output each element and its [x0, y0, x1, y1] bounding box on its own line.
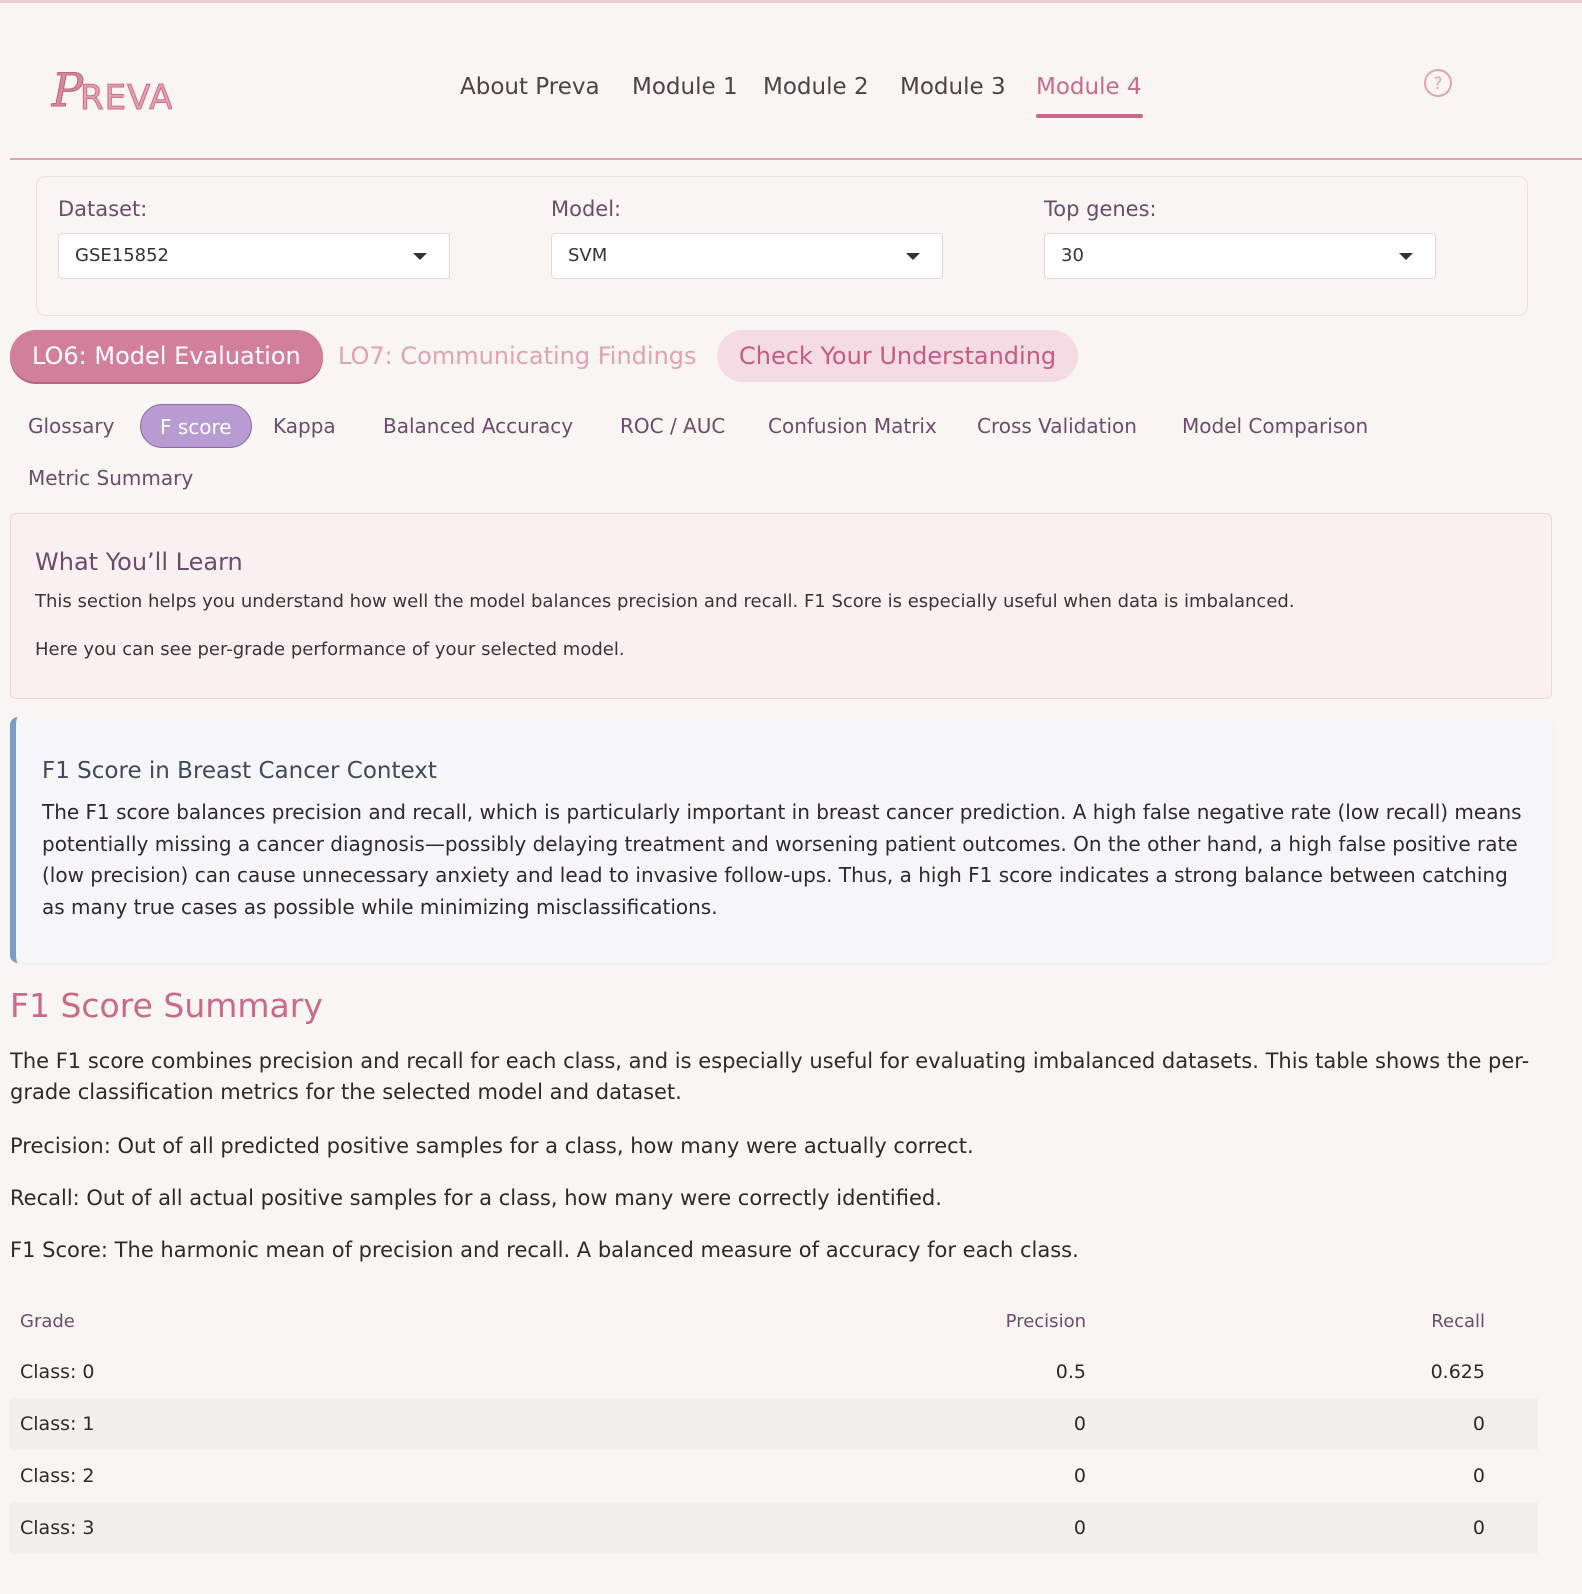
recall-cell: 0 — [1472, 1465, 1485, 1487]
tab-lo6-model-evaluation[interactable]: LO6: Model Evaluation — [10, 330, 323, 382]
precision-cell: 0 — [1073, 1465, 1086, 1487]
header-precision: Precision — [1005, 1310, 1086, 1332]
context-text: The F1 score balances precision and reca… — [42, 800, 1522, 919]
subtab-balanced-accuracy[interactable]: Balanced Accuracy — [383, 404, 573, 448]
subtab-f-score[interactable]: F score — [140, 404, 252, 448]
active-nav-underline — [1036, 114, 1143, 118]
model-select[interactable]: SVM — [551, 233, 943, 279]
top-accent-line — [0, 0, 1582, 3]
precision-cell: 0 — [721, 1502, 1087, 1554]
grade-cell: Class: 1 — [10, 1398, 721, 1450]
chevron-down-icon — [906, 253, 920, 260]
nav-module-3[interactable]: Module 3 — [900, 70, 1006, 104]
subtab-metric-summary[interactable]: Metric Summary — [28, 456, 193, 500]
learn-paragraph-2: Here you can see per-grade performance o… — [35, 639, 625, 660]
navbar: P REVA About Preva Module 1 Module 2 Mod… — [10, 4, 1582, 160]
subtab-roc-auc[interactable]: ROC / AUC — [620, 404, 725, 448]
grade-cell: Class: 2 — [20, 1465, 95, 1487]
question-circle-icon[interactable]: ? — [1423, 68, 1453, 98]
learn-title: What You’ll Learn — [35, 548, 243, 576]
model-label: Model: — [551, 197, 622, 221]
what-youll-learn-panel: What You’ll Learn This section helps you… — [10, 513, 1552, 699]
nav-module-4[interactable]: Module 4 — [1036, 70, 1142, 104]
svg-text:REVA: REVA — [80, 78, 172, 116]
nav-about-preva[interactable]: About Preva — [460, 70, 600, 104]
filter-panel: Dataset: GSE15852 Model: SVM Top genes: … — [36, 176, 1528, 316]
recall-cell: 0 — [1087, 1502, 1538, 1554]
summary-title: F1 Score Summary — [10, 986, 323, 1025]
chevron-down-icon — [1399, 253, 1413, 260]
precision-definition: Precision: Out of all predicted positive… — [10, 1134, 974, 1158]
tab-lo7-communicating-findings[interactable]: LO7: Communicating Findings — [316, 330, 719, 382]
header-grade: Grade — [20, 1310, 75, 1332]
subtab-kappa[interactable]: Kappa — [273, 404, 336, 448]
precision-cell: 0.5 — [1055, 1361, 1086, 1383]
table-row: Class: 1 0 0 — [10, 1398, 1538, 1450]
recall-cell: 0.625 — [1430, 1361, 1485, 1383]
nav-module-2[interactable]: Module 2 — [763, 70, 869, 104]
chevron-down-icon — [413, 253, 427, 260]
grade-cell: Class: 0 — [20, 1361, 95, 1383]
metrics-table: Grade Precision Recall Class: 0 0.5 0.62… — [10, 1296, 1538, 1554]
recall-definition: Recall: Out of all actual positive sampl… — [10, 1186, 942, 1210]
dataset-value: GSE15852 — [75, 245, 170, 266]
dataset-label: Dataset: — [58, 197, 148, 221]
subtab-model-comparison[interactable]: Model Comparison — [1182, 404, 1368, 448]
table-header-row: Grade Precision Recall — [10, 1296, 1538, 1346]
top-genes-select[interactable]: 30 — [1044, 233, 1436, 279]
f1-definition: F1 Score: The harmonic mean of precision… — [10, 1238, 1079, 1262]
table-row: Class: 3 0 0 — [10, 1502, 1538, 1554]
grade-cell: Class: 3 — [10, 1502, 721, 1554]
subtab-glossary[interactable]: Glossary — [28, 404, 114, 448]
top-genes-value: 30 — [1061, 245, 1084, 266]
precision-cell: 0 — [721, 1398, 1087, 1450]
table-row: Class: 2 0 0 — [10, 1450, 1538, 1502]
nav-module-1[interactable]: Module 1 — [632, 70, 738, 104]
dataset-select[interactable]: GSE15852 — [58, 233, 450, 279]
subtab-cross-validation[interactable]: Cross Validation — [977, 404, 1137, 448]
subtab-confusion-matrix[interactable]: Confusion Matrix — [768, 404, 937, 448]
model-value: SVM — [568, 245, 608, 266]
summary-intro: The F1 score combines precision and reca… — [10, 1049, 1530, 1104]
f1-context-callout: F1 Score in Breast Cancer Context The F1… — [10, 717, 1552, 963]
recall-cell: 0 — [1087, 1398, 1538, 1450]
context-title: F1 Score in Breast Cancer Context — [42, 758, 437, 784]
table-row: Class: 0 0.5 0.625 — [10, 1346, 1538, 1398]
preva-logo[interactable]: P REVA — [50, 54, 173, 117]
learn-paragraph-1: This section helps you understand how we… — [35, 591, 1295, 612]
header-recall: Recall — [1431, 1310, 1485, 1332]
top-genes-label: Top genes: — [1044, 197, 1157, 221]
tab-check-understanding[interactable]: Check Your Understanding — [717, 330, 1079, 382]
svg-text:?: ? — [1433, 74, 1442, 94]
